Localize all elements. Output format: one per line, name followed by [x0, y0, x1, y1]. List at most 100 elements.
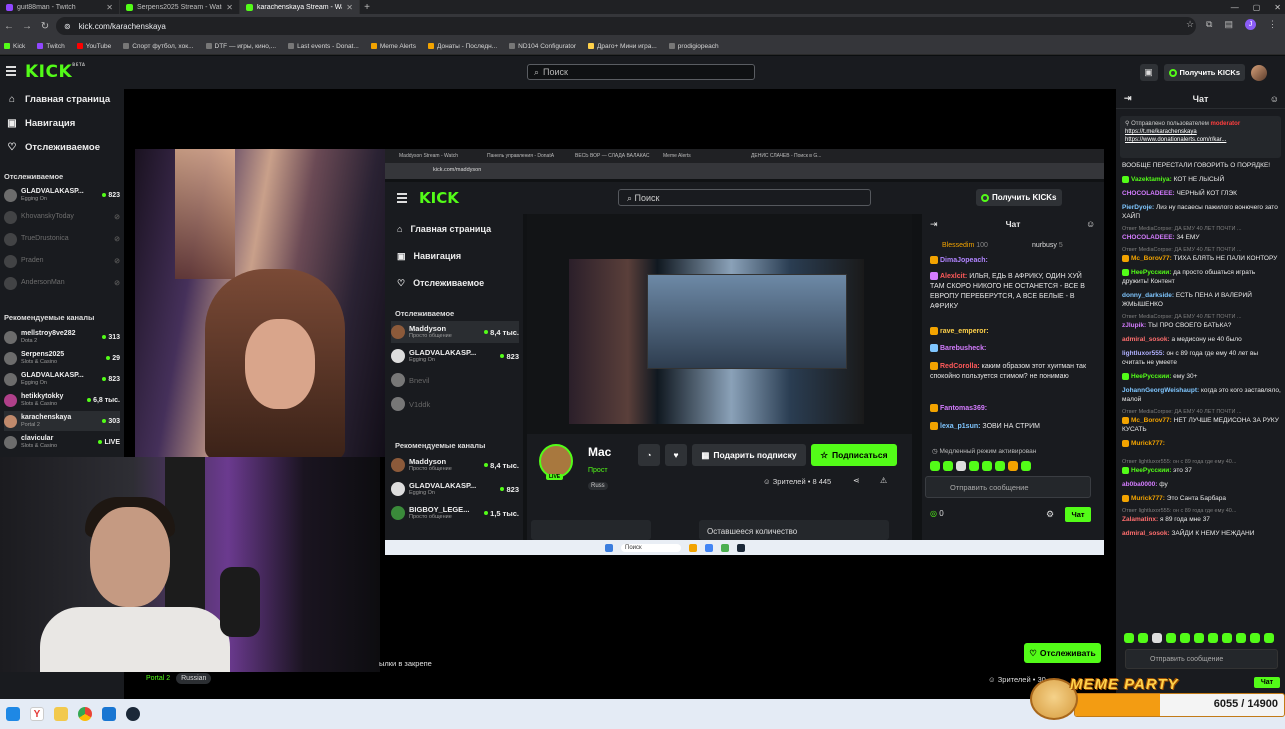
steam-icon[interactable]: [126, 707, 140, 721]
yandex-browser-icon[interactable]: Y: [30, 707, 44, 721]
sidebar-icon[interactable]: ▤: [1224, 19, 1233, 30]
search-input[interactable]: ⌕ Поиск: [527, 64, 755, 80]
users-icon[interactable]: ☺: [1270, 94, 1279, 104]
bookmark[interactable]: Last events - Donat...: [288, 43, 359, 50]
site-info-icon[interactable]: ⊚: [64, 22, 71, 31]
chat-username[interactable]: PierDyoje:: [1122, 204, 1154, 211]
chrome-icon[interactable]: [78, 707, 92, 721]
back-icon[interactable]: ←: [0, 21, 18, 32]
sidebar-channel[interactable]: KhovanskyToday ⊘: [4, 207, 120, 227]
pinned-link[interactable]: https://t.me/karachenskaya: [1125, 128, 1276, 136]
emote-icon[interactable]: [1152, 633, 1162, 643]
reload-icon[interactable]: ↻: [36, 21, 54, 32]
bookmark[interactable]: DTF — игры, кино,...: [205, 43, 276, 50]
close-window-icon[interactable]: ✕: [1274, 3, 1281, 12]
chat-username[interactable]: admiral_sosok:: [1122, 336, 1170, 343]
chat-username[interactable]: Murick777:: [1131, 495, 1165, 502]
get-kicks-button[interactable]: Получить KICKs: [1163, 64, 1245, 81]
bookmark-star-icon[interactable]: ☆: [1186, 19, 1194, 30]
maximize-icon[interactable]: ▢: [1253, 3, 1261, 12]
reply-reference[interactable]: Ответ MediaCorpse: ДА ЕМУ 40 ЛЕТ ПОЧТИ .…: [1122, 409, 1282, 416]
sidebar-channel[interactable]: Serpens2025 Slots & Casino 29: [4, 348, 120, 368]
language-tag[interactable]: Russian: [176, 673, 212, 684]
minimize-icon[interactable]: —: [1231, 3, 1239, 12]
emote-icon[interactable]: [1250, 633, 1260, 643]
reply-reference[interactable]: Ответ MediaCorpse: ДА ЕМУ 40 ЛЕТ ПОЧТИ .…: [1122, 314, 1282, 321]
emote-icon[interactable]: [1180, 633, 1190, 643]
browser-tab[interactable]: Serpens2025 Stream - Watch L✕: [120, 0, 240, 14]
sidebar-channel-selected[interactable]: karachenskaya Portal 2 303: [4, 411, 120, 431]
bookmark[interactable]: ND104 Configurator: [509, 43, 576, 50]
chat-username[interactable]: Mc_Borov77:: [1131, 255, 1172, 262]
bookmark[interactable]: prodigiopeach: [668, 43, 719, 50]
kick-logo[interactable]: KICKBETA: [25, 62, 85, 82]
emote-icon[interactable]: [1222, 633, 1232, 643]
bookmark[interactable]: Донаты - Последн...: [427, 43, 497, 50]
chat-username[interactable]: Vazektamiya:: [1131, 176, 1172, 183]
profile-avatar[interactable]: J: [1245, 19, 1256, 30]
bookmark[interactable]: Kick: [4, 43, 25, 50]
bookmark[interactable]: Twitch: [37, 43, 65, 50]
bookmark[interactable]: Спорт футбол, хок...: [123, 43, 194, 50]
sidebar-channel[interactable]: TrueDrustonica ⊘: [4, 229, 120, 249]
url-bar[interactable]: ⊚ kick.com/karachenskaya: [56, 17, 1196, 35]
sidebar-channel[interactable]: AndersonMan ⊘: [4, 273, 120, 293]
sidebar-channel[interactable]: GLADVALAKASP... Egging On 823: [4, 369, 120, 389]
windows-start-icon[interactable]: [6, 707, 20, 721]
nav-home[interactable]: ⌂ Главная страница: [7, 94, 110, 105]
bookmark[interactable]: Драго+ Мини игра...: [587, 43, 657, 50]
emote-icon[interactable]: [1236, 633, 1246, 643]
emote-icon[interactable]: [1264, 633, 1274, 643]
reply-reference[interactable]: Ответ lightluxor555: он с 89 года где ем…: [1122, 459, 1282, 466]
bookmark[interactable]: YouTube: [76, 43, 111, 50]
reply-reference[interactable]: Ответ MediaCorpse: ДА ЕМУ 40 ЛЕТ ПОЧТИ .…: [1122, 247, 1282, 254]
emote-icon[interactable]: [1138, 633, 1148, 643]
emote-icon[interactable]: [1194, 633, 1204, 643]
sidebar-channel[interactable]: GLADVALAKASP... Egging On 823: [4, 185, 120, 205]
menu-hamburger-icon[interactable]: [6, 66, 16, 78]
chat-username[interactable]: Zalamatinx:: [1122, 516, 1158, 523]
new-tab-button[interactable]: +: [360, 0, 374, 14]
sidebar-channel[interactable]: mellstroy8ve282 Dota 2 313: [4, 327, 120, 347]
close-tab-icon[interactable]: ✕: [106, 3, 113, 12]
chat-username[interactable]: donny_darkside:: [1122, 292, 1174, 299]
nav-browse[interactable]: ▣ Навигация: [7, 118, 75, 129]
file-explorer-icon[interactable]: [54, 707, 68, 721]
sidebar-channel[interactable]: Praden ⊘: [4, 251, 120, 271]
bookmark[interactable]: Meme Alerts: [370, 43, 416, 50]
collapse-chat-icon[interactable]: ⇥: [1124, 93, 1132, 104]
chat-username[interactable]: Murick777:: [1131, 440, 1165, 447]
user-avatar[interactable]: [1251, 64, 1267, 81]
browser-tab-active[interactable]: karachenskaya Stream - Watch✕: [240, 0, 360, 14]
nav-following[interactable]: ♡ Отслеживаемое: [7, 142, 100, 153]
chat-username[interactable]: zJlupik:: [1122, 322, 1146, 329]
notes-icon[interactable]: [102, 707, 116, 721]
stream-manager-button[interactable]: ▣: [1139, 64, 1158, 81]
pinned-link[interactable]: https://www.donationalerts.com/r/kar...: [1125, 136, 1276, 144]
chat-username[interactable]: HeeРусскии:: [1131, 269, 1171, 276]
chat-username[interactable]: CHOCOLADEEE:: [1122, 234, 1175, 241]
forward-icon[interactable]: →: [18, 21, 36, 32]
chat-username[interactable]: HeeРусскии:: [1131, 373, 1171, 380]
reply-reference[interactable]: Ответ lightluxor555: он с 89 года где ем…: [1122, 508, 1282, 515]
chat-input[interactable]: Отправить сообщение: [1125, 649, 1278, 669]
emote-icon[interactable]: [1166, 633, 1176, 643]
emote-icon[interactable]: [1208, 633, 1218, 643]
chat-username[interactable]: lightluxor555:: [1122, 350, 1165, 357]
close-tab-icon[interactable]: ✕: [346, 3, 353, 12]
follow-button[interactable]: ♡ Отслеживать: [1024, 643, 1101, 663]
reply-reference[interactable]: Ответ MediaCorpse: ДА ЕМУ 40 ЛЕТ ПОЧТИ .…: [1122, 226, 1282, 233]
emote-icon[interactable]: [1124, 633, 1134, 643]
chat-username[interactable]: Mc_Borov77:: [1131, 417, 1172, 424]
chat-username[interactable]: CHOCOLADEEE:: [1122, 190, 1175, 197]
chat-username[interactable]: JohannGeorgWeishaupt:: [1122, 387, 1199, 394]
chat-username[interactable]: HeeРусскии:: [1131, 467, 1171, 474]
menu-icon[interactable]: ⋮: [1268, 19, 1277, 30]
chat-username[interactable]: admiral_sosok:: [1122, 530, 1170, 537]
sidebar-channel[interactable]: clavicular Slots & Casino LIVE: [4, 432, 120, 452]
close-tab-icon[interactable]: ✕: [226, 3, 233, 12]
category-link[interactable]: Portal 2: [146, 675, 170, 682]
chat-username[interactable]: ab0ba0000:: [1122, 481, 1157, 488]
sidebar-channel[interactable]: hetikkytokky Slots & Casino 6,8 тыс.: [4, 390, 120, 410]
extensions-icon[interactable]: ⧉: [1206, 19, 1212, 30]
